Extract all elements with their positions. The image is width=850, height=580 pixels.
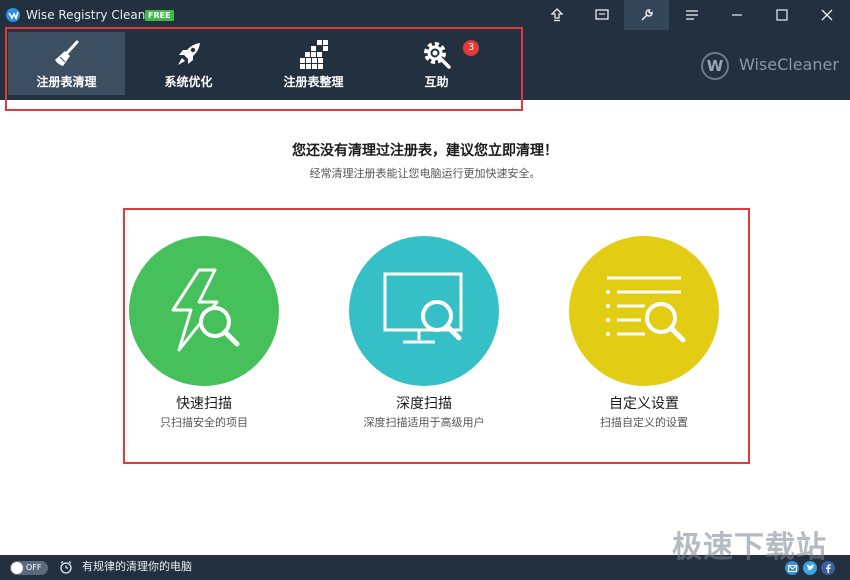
schedule-toggle[interactable]: OFF (10, 561, 48, 575)
maximize-button[interactable] (759, 0, 804, 30)
monitor-search-icon (383, 272, 463, 344)
scan-title: 快速扫描 (176, 396, 232, 412)
scan-title: 深度扫描 (396, 396, 452, 412)
menu-icon (685, 10, 698, 20)
close-icon (821, 9, 832, 21)
toggle-label: OFF (26, 563, 42, 572)
facebook-share-icon[interactable] (821, 561, 835, 575)
wisecleaner-logo-icon: W (701, 52, 729, 80)
brand-name: WiseCleaner (739, 55, 839, 74)
scan-description: 扫描自定义的设置 (600, 416, 688, 429)
close-button[interactable] (804, 0, 849, 30)
scan-description: 深度扫描适用于高级用户 (363, 416, 485, 429)
quick-scan-button[interactable] (129, 236, 279, 386)
scan-description: 只扫描安全的项目 (160, 416, 248, 429)
page-subline: 经常清理注册表能让您电脑运行更加快速安全。 (309, 167, 541, 180)
alarm-clock-icon (60, 561, 72, 574)
custom-settings-card[interactable]: 自定义设置 扫描自定义的设置 (564, 236, 724, 436)
twitter-share-icon[interactable] (803, 561, 817, 575)
scan-title: 自定义设置 (609, 396, 679, 412)
schedule-text: 有规律的清理你的电脑 (82, 560, 192, 573)
free-badge: FREE (145, 10, 174, 21)
deep-scan-button[interactable] (349, 236, 499, 386)
feedback-button[interactable] (579, 0, 624, 30)
app-logo-icon (6, 8, 20, 22)
lightning-search-icon (171, 268, 240, 352)
wrench-icon (640, 9, 653, 21)
page-headline: 您还没有清理过注册表，建议您立即清理！ (292, 143, 558, 159)
watermark-text: 极速下载站 (672, 530, 827, 565)
title-bar: Wise Registry Cleaner 9 FREE (0, 0, 850, 30)
tools-button[interactable] (624, 0, 669, 30)
maximize-icon (775, 9, 788, 21)
custom-settings-button[interactable] (569, 236, 719, 386)
upgrade-button[interactable] (534, 0, 579, 30)
email-share-icon[interactable] (785, 561, 799, 575)
upload-arrow-icon (549, 8, 564, 22)
wisecleaner-brand[interactable]: W WiseCleaner (701, 52, 841, 80)
minimize-icon (731, 14, 742, 16)
toggle-knob (11, 562, 23, 574)
menu-button[interactable] (669, 0, 714, 30)
highlight-frame-nav (5, 27, 523, 111)
minimize-button[interactable] (714, 0, 759, 30)
message-icon (594, 9, 609, 20)
quick-scan-card[interactable]: 快速扫描 只扫描安全的项目 (124, 236, 284, 436)
deep-scan-card[interactable]: 深度扫描 深度扫描适用于高级用户 (344, 236, 504, 436)
list-search-icon (606, 276, 686, 343)
